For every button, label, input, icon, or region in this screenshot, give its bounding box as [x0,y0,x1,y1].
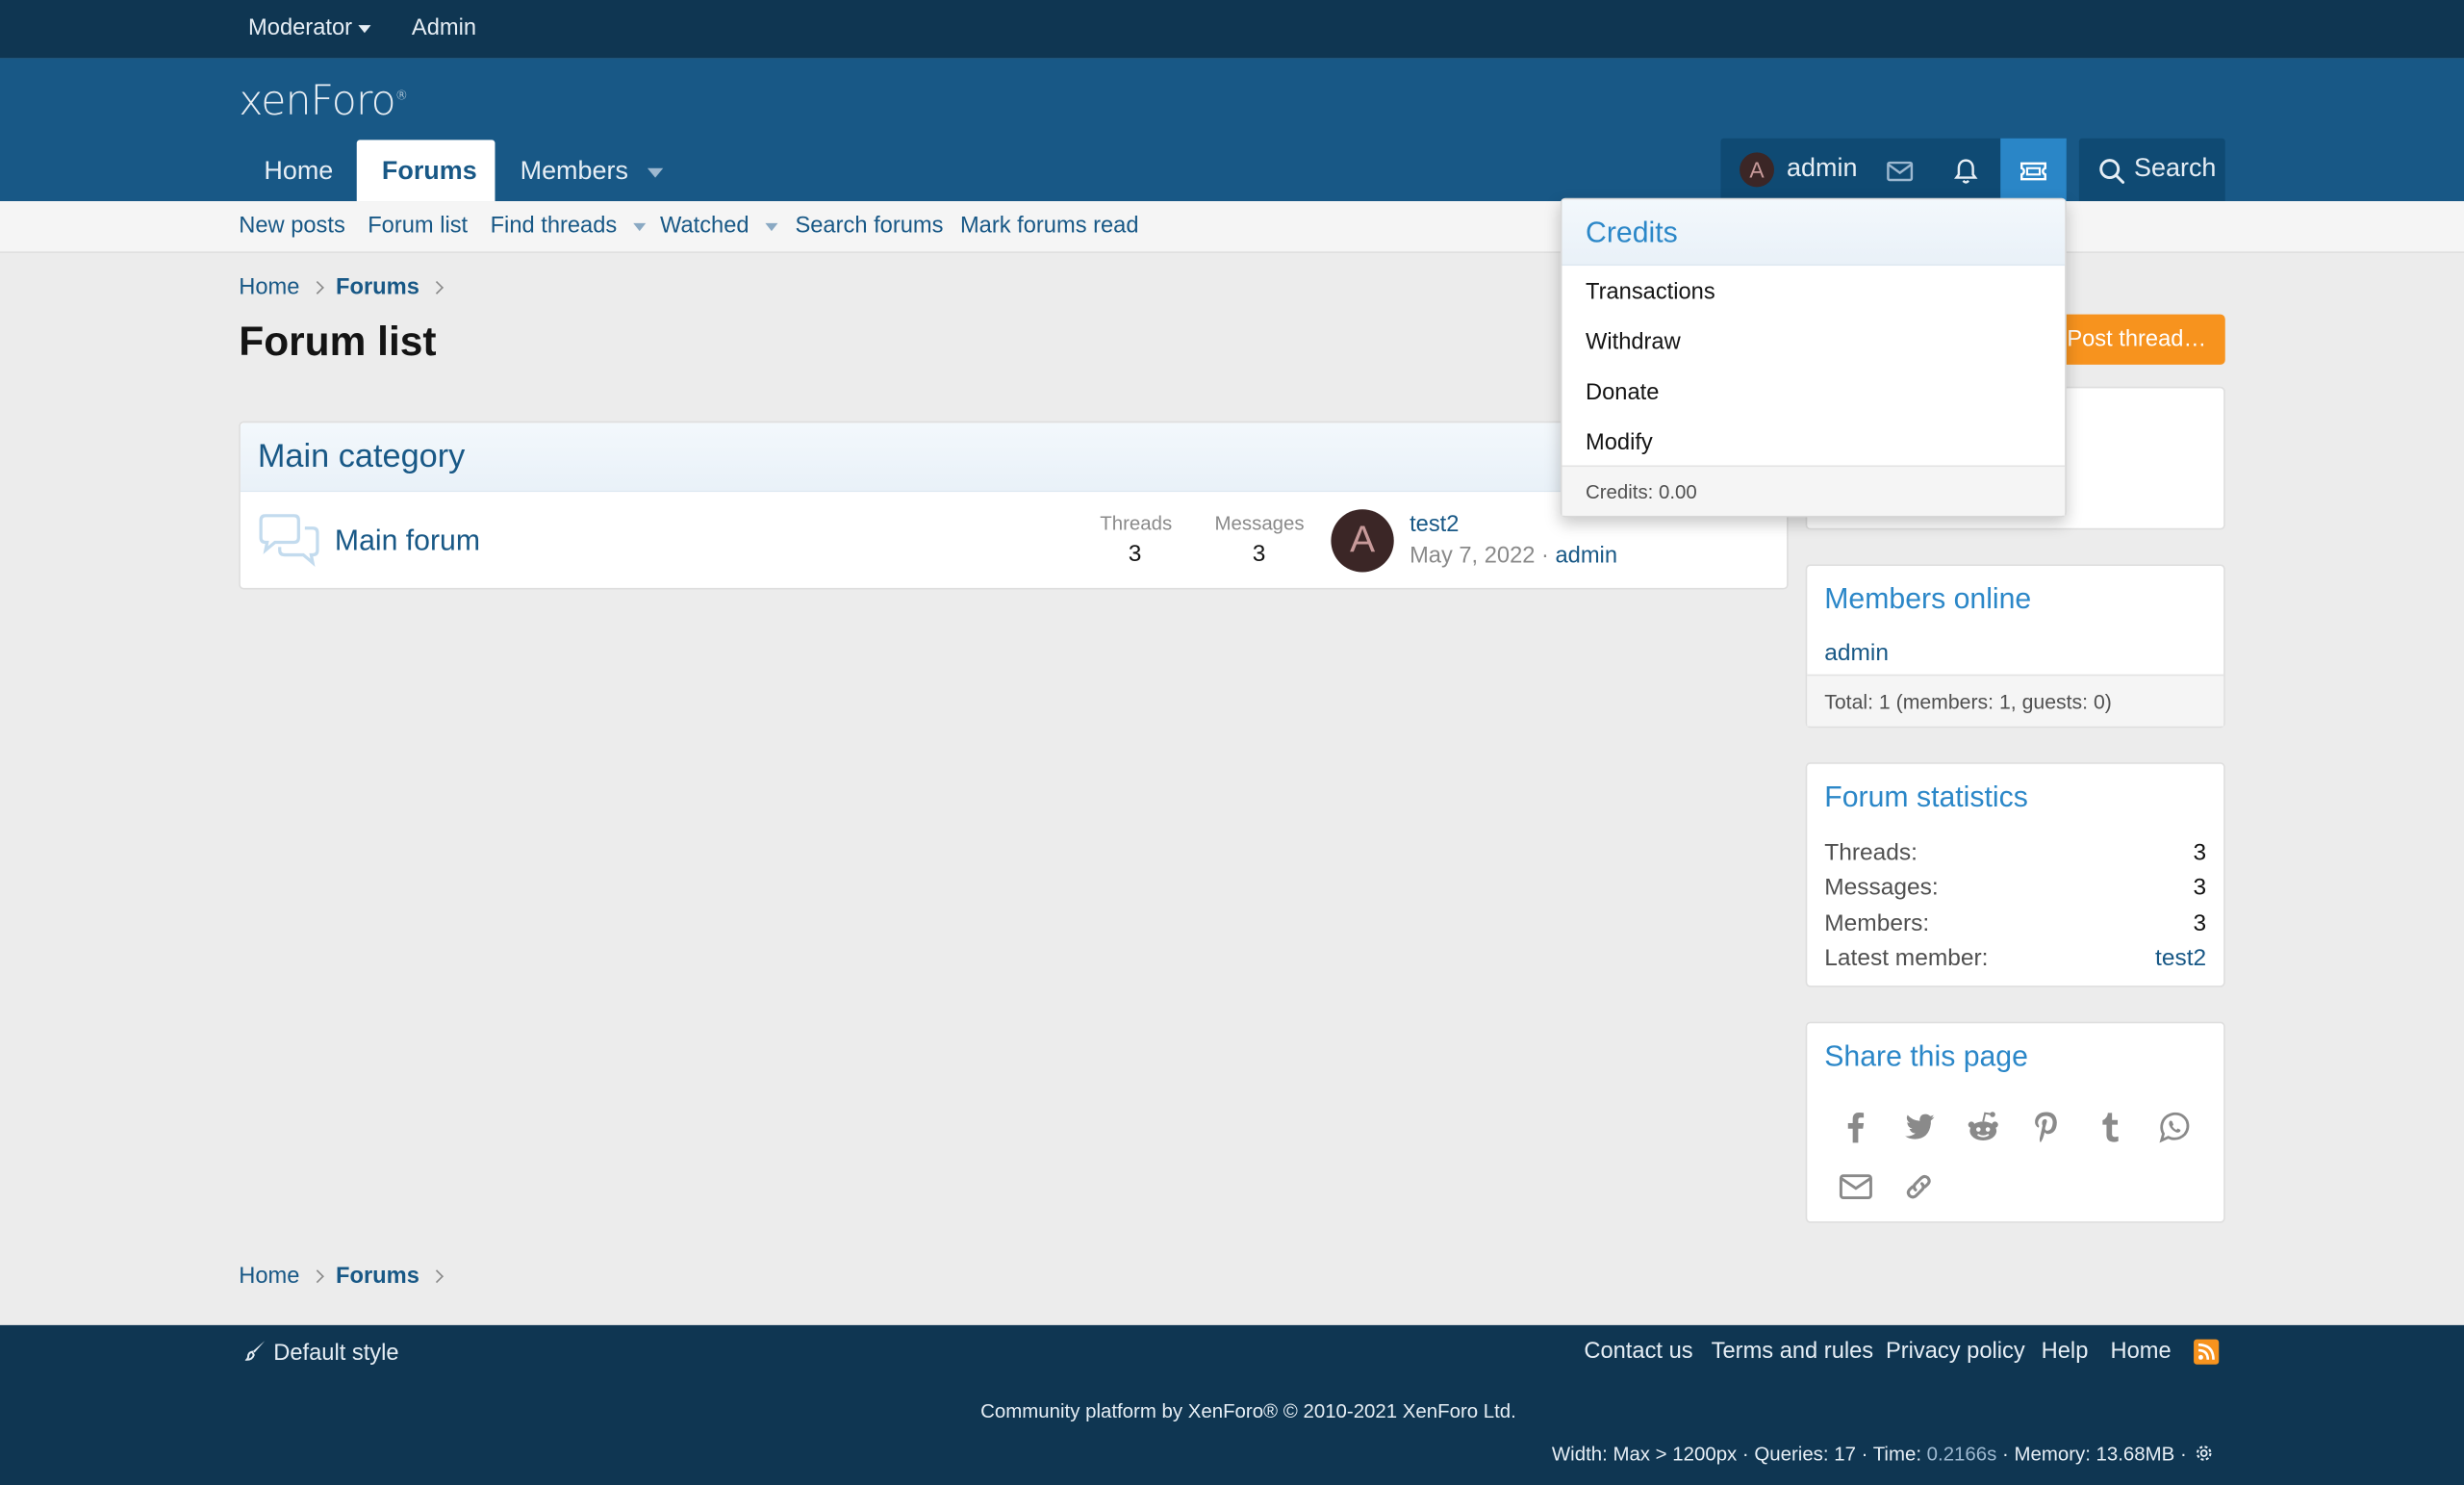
chevron-down-icon[interactable] [647,167,663,177]
watched-link[interactable]: Watched [660,214,777,239]
breadcrumb-home[interactable]: Home [239,1264,299,1289]
threads-count: 3 [1128,540,1142,568]
rss-icon[interactable] [2194,1339,2220,1365]
breadcrumb: Home Forums [239,275,455,300]
debug-info: Width: Max > 1200px · Queries: 17 · Time… [1552,1443,2213,1465]
threads-label: Threads [1100,512,1173,535]
new-posts-link[interactable]: New posts [239,214,345,239]
category-title[interactable]: Main category [240,422,1788,493]
chevron-down-icon[interactable] [764,222,777,231]
chevron-right-icon [310,1269,324,1284]
mark-forums-read-link[interactable]: Mark forums read [960,214,1139,239]
online-total: Total: 1 (members: 1, guests: 0) [1807,674,2224,727]
avatar[interactable]: A [1740,152,1774,188]
avatar[interactable]: A [1331,509,1394,573]
credits-menu-title: Credits [1562,199,2066,267]
share-block: Share this page [1805,1021,2225,1223]
menu-item-donate[interactable]: Donate [1586,380,1659,405]
tab-forums[interactable]: Forums [356,140,495,202]
sub-navigation: New posts Forum list Find threads Watche… [0,201,2464,253]
messages-count: 3 [1252,540,1266,568]
search-button[interactable]: Search [2078,138,2225,202]
search-icon [2097,157,2125,185]
admin-link[interactable]: Admin [412,15,476,40]
site-logo[interactable]: xenForo® [239,79,408,126]
chat-bubbles-icon [256,514,322,568]
latest-post-meta: May 7, 2022 · admin [1410,544,1617,570]
caret-down-icon [358,24,371,33]
paintbrush-icon [244,1341,266,1361]
gear-icon[interactable] [2196,1445,2213,1462]
breadcrumb-forums[interactable]: Forums [336,275,419,300]
moderator-menu[interactable]: Moderator [248,15,371,40]
staff-bar: Moderator Admin [0,0,2464,59]
chevron-down-icon[interactable] [632,222,646,231]
inbox-icon[interactable] [1886,157,1914,185]
tab-members[interactable]: Members [495,140,688,201]
breadcrumb-bottom: Home Forums [239,1264,455,1289]
style-chooser[interactable]: Default style [244,1340,399,1366]
members-online-title[interactable]: Members online [1807,566,2223,616]
menu-item-transactions[interactable]: Transactions [1586,280,1715,305]
bell-icon[interactable] [1952,157,1980,185]
contact-us-link[interactable]: Contact us [1584,1340,1692,1365]
share-title: Share this page [1824,1038,2028,1072]
chevron-right-icon [429,280,444,294]
site-footer: Default style Contact us Terms and rules… [0,1324,2464,1485]
copyright: Community platform by XenForo® © 2010-20… [980,1400,1516,1423]
post-thread-button[interactable]: Post thread… [2063,314,2225,365]
latest-member-link[interactable]: test2 [2155,945,2206,972]
find-threads-link[interactable]: Find threads [491,214,646,239]
latest-poster-link[interactable]: admin [1555,544,1617,569]
stat-row: Threads: 3 [1824,839,2207,866]
forum-list-link[interactable]: Forum list [368,214,468,239]
menu-item-withdraw[interactable]: Withdraw [1586,330,1681,355]
chevron-right-icon [429,1269,444,1284]
search-forums-link[interactable]: Search forums [795,214,943,239]
footer-home-link[interactable]: Home [2111,1340,2172,1365]
members-online-block: Members online admin Total: 1 (members: … [1805,564,2225,729]
online-member-link[interactable]: admin [1824,640,2206,667]
messages-label: Messages [1214,512,1305,535]
breadcrumb-forums[interactable]: Forums [336,1264,419,1289]
pinterest-icon[interactable] [2027,1108,2065,1145]
latest-thread-link[interactable]: test2 [1410,512,1459,537]
account-bar: A admin [1720,138,2067,211]
credits-button[interactable] [2000,138,2067,211]
tab-home[interactable]: Home [239,140,358,201]
link-icon[interactable] [1900,1168,1938,1206]
whatsapp-icon[interactable] [2156,1108,2194,1145]
search-label: Search [2134,154,2217,183]
category-block: Main category Main forum Threads 3 Messa… [239,421,1789,590]
page-title: Forum list [239,317,437,365]
help-link[interactable]: Help [2042,1340,2089,1365]
terms-link[interactable]: Terms and rules [1712,1340,1873,1365]
privacy-link[interactable]: Privacy policy [1886,1340,2025,1365]
credits-menu: Credits Transactions Withdraw Donate Mod… [1560,197,2067,518]
stat-row: Members: 3 [1824,909,2207,937]
twitter-icon[interactable] [1900,1108,1938,1145]
email-icon[interactable] [1837,1168,1874,1206]
account-name[interactable]: admin [1787,154,1857,184]
reddit-icon[interactable] [1965,1108,2002,1145]
stat-row: Latest member: test2 [1824,944,2207,972]
credits-balance: Credits: 0.00 [1562,465,2066,516]
facebook-icon[interactable] [1837,1108,1874,1145]
forum-row: Main forum Threads 3 Messages 3 A test2 … [241,492,1787,589]
site-header: xenForo® Home Forums Members A admin Sea… [0,58,2464,211]
breadcrumb-home[interactable]: Home [239,275,299,300]
chevron-right-icon [310,280,324,294]
stat-row: Messages: 3 [1824,874,2207,901]
ticket-icon [2019,157,2047,185]
tumblr-icon[interactable] [2092,1108,2129,1145]
forum-statistics-block: Forum statistics Threads: 3 Messages: 3 Me… [1805,762,2225,987]
forum-title[interactable]: Main forum [335,524,480,558]
menu-item-modify[interactable]: Modify [1586,431,1653,456]
forum-statistics-title: Forum statistics [1824,780,2028,813]
